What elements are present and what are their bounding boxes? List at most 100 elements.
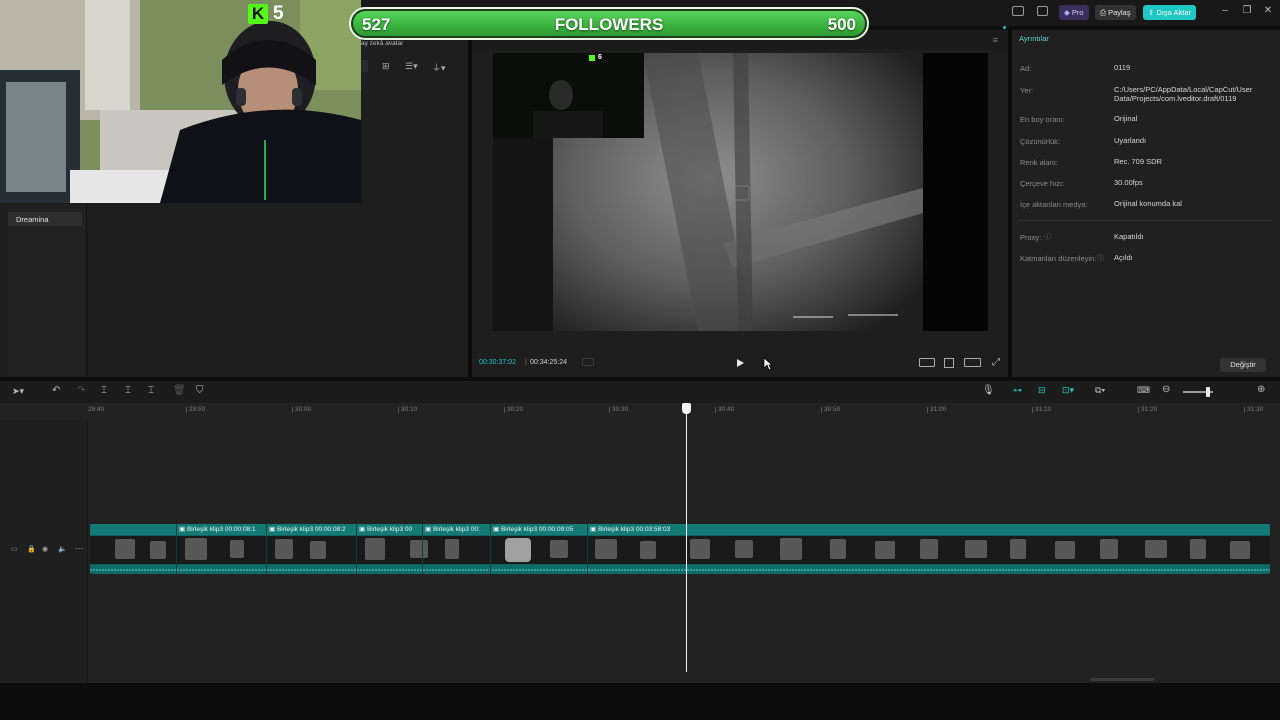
shortcuts-icon[interactable] bbox=[1037, 6, 1048, 16]
clip-duration: 00:00:08:1 bbox=[224, 526, 256, 533]
clip-name: Birleşik klip3 bbox=[366, 526, 404, 533]
track-cover-icon[interactable]: ▭ bbox=[11, 545, 18, 553]
delete-icon[interactable]: 🗑 bbox=[173, 385, 186, 396]
clip-name: Birleşik klip3 bbox=[500, 526, 538, 533]
share-icon: ⎙ bbox=[1100, 8, 1106, 17]
detail-label-frame-rate: Çerçeve hızı: bbox=[1020, 179, 1065, 188]
ruler-label: 30:10 bbox=[401, 406, 418, 413]
clip-icon: ▣ bbox=[590, 526, 597, 533]
clip-separator[interactable] bbox=[356, 524, 357, 574]
followers-goal-bar: 527 FOLLOWERS 500 bbox=[349, 7, 869, 40]
horizontal-scrollbar[interactable] bbox=[1090, 678, 1154, 681]
close-icon[interactable]: ✕ bbox=[1262, 5, 1274, 17]
media-caption: ay zekâ avatar bbox=[361, 40, 404, 47]
fullscreen-icon[interactable]: ⤢ bbox=[992, 357, 1000, 368]
detail-value-imported-media: Orijinal konumda kal bbox=[1114, 199, 1182, 208]
layout-icon[interactable] bbox=[1012, 6, 1024, 16]
detail-value-color-space: Rec. 709 SDR bbox=[1114, 157, 1162, 166]
preview-axis-icon[interactable]: ⧉▾ bbox=[1095, 385, 1105, 396]
timecode-icon[interactable] bbox=[582, 358, 594, 366]
clip-separator[interactable] bbox=[422, 524, 423, 574]
split-right-icon[interactable]: ⌶ bbox=[148, 385, 154, 396]
sidebar-item-label: Dreamina bbox=[16, 215, 49, 224]
shield-icon[interactable]: ⛉ bbox=[196, 385, 204, 396]
restore-icon[interactable]: ❐ bbox=[1241, 5, 1253, 17]
ruler-label: 29:40 bbox=[88, 406, 105, 413]
play-icon[interactable] bbox=[736, 358, 745, 368]
minimize-icon[interactable]: – bbox=[1219, 5, 1231, 17]
clip-icon: ▣ bbox=[425, 526, 432, 533]
clip-separator[interactable] bbox=[176, 524, 177, 574]
clip-duration: 00 bbox=[404, 526, 413, 533]
clip-label[interactable]: ▣ Birleşik klip3 00 bbox=[359, 525, 412, 533]
clip-separator[interactable] bbox=[587, 524, 588, 574]
detail-value-name: 0119 bbox=[1114, 63, 1131, 72]
ruler-label: 30:00 bbox=[295, 406, 312, 413]
ruler-label: 30:50 bbox=[824, 406, 841, 413]
ruler-label: 31:00 bbox=[930, 406, 947, 413]
lock-icon[interactable]: 🔒 bbox=[27, 545, 36, 553]
video-track[interactable]: ▣ Birleşik klip3 00:00:08:1 ▣ Birleşik k… bbox=[90, 524, 1270, 574]
grid-view-icon[interactable]: ⊞ bbox=[382, 61, 390, 72]
clip-name: Birleşik klip3 bbox=[432, 526, 470, 533]
menu-icon[interactable]: ≡ bbox=[993, 35, 998, 45]
crop-icon[interactable] bbox=[944, 358, 954, 368]
split-left-icon[interactable]: ⌶ bbox=[125, 385, 131, 396]
subtitle-icon[interactable]: ⌨ bbox=[1137, 385, 1150, 396]
microphone-icon[interactable]: 🎙 bbox=[982, 385, 995, 396]
clip-duration: 00: bbox=[470, 526, 480, 533]
followers-goal: 500 bbox=[827, 15, 856, 34]
ruler-tick bbox=[504, 407, 505, 413]
clip-label[interactable]: ▣ Birleşik klip3 00:00:08:1 bbox=[179, 525, 256, 533]
undo-icon[interactable]: ↶ bbox=[52, 385, 60, 396]
eye-icon[interactable]: ◉ bbox=[42, 545, 48, 553]
share-button[interactable]: ⎙ Paylaş bbox=[1095, 5, 1136, 20]
zoom-out-icon[interactable]: ⊖ bbox=[1162, 384, 1170, 395]
link-icon[interactable]: ⊶ bbox=[1013, 385, 1022, 396]
quality-icon[interactable] bbox=[964, 358, 981, 367]
clip-icon: ▣ bbox=[269, 526, 276, 533]
redo-icon[interactable]: ↷ bbox=[77, 385, 85, 396]
clip-separator[interactable] bbox=[266, 524, 267, 574]
export-button-label: Dışa Aktar bbox=[1156, 8, 1191, 17]
info-icon[interactable]: ⓘ bbox=[1097, 253, 1104, 263]
clip-label[interactable]: ▣ Birleşik klip3 00:00:08:2 bbox=[269, 525, 346, 533]
aspect-ratio-icon[interactable] bbox=[919, 358, 935, 367]
export-button[interactable]: ⇪ Dışa Aktar bbox=[1143, 5, 1196, 20]
sidebar-item-dreamina[interactable]: Dreamina bbox=[8, 212, 82, 226]
preview-video[interactable]: 6 bbox=[493, 53, 988, 331]
sort-icon[interactable]: ☰▾ bbox=[405, 61, 418, 72]
time-separator: | bbox=[525, 359, 527, 366]
info-icon[interactable]: ⓘ bbox=[1044, 232, 1051, 242]
share-button-label: Paylaş bbox=[1108, 8, 1131, 17]
playhead[interactable] bbox=[686, 410, 687, 672]
mouse-cursor-icon bbox=[763, 357, 773, 371]
ruler-tick bbox=[821, 407, 822, 413]
ruler-label: 31:20 bbox=[1141, 406, 1158, 413]
modify-button[interactable]: Değiştir bbox=[1220, 358, 1266, 372]
clip-label[interactable]: ▣ Birleşik klip3 00:03:58:03 bbox=[590, 525, 670, 533]
snap-icon[interactable]: ⊡▾ bbox=[1062, 385, 1074, 396]
mini-webcam-count: 6 bbox=[598, 54, 602, 61]
zoom-slider-handle[interactable] bbox=[1206, 387, 1210, 397]
followers-goal-fill: 527 FOLLOWERS 500 bbox=[353, 11, 865, 36]
detail-label-location: Yer: bbox=[1020, 86, 1034, 95]
detail-value-location: C:/Users/PC/AppData/Local/CapCut/User Da… bbox=[1114, 85, 1253, 103]
kick-logo-icon bbox=[589, 55, 595, 61]
streamer-webcam bbox=[0, 0, 361, 203]
more-icon[interactable]: ⋯ bbox=[75, 544, 83, 553]
magnet-icon[interactable]: ⊟ bbox=[1038, 385, 1046, 396]
media-divider[interactable] bbox=[86, 204, 87, 376]
clip-separator[interactable] bbox=[490, 524, 491, 574]
clip-label[interactable]: ▣ Birleşik klip3 00:00:09:05 bbox=[493, 525, 573, 533]
filter-icon[interactable]: ⏚▾ bbox=[432, 61, 446, 74]
ruler-tick bbox=[292, 407, 293, 413]
clip-label[interactable]: ▣ Birleşik klip3 00: bbox=[425, 525, 480, 533]
select-tool-icon[interactable]: ➤▾ bbox=[12, 386, 24, 397]
zoom-in-icon[interactable]: ⊕ bbox=[1257, 384, 1265, 395]
ruler-tick bbox=[398, 407, 399, 413]
speaker-icon[interactable]: 🔈 bbox=[58, 545, 67, 553]
clip-duration: 00:00:08:2 bbox=[314, 526, 346, 533]
pro-button[interactable]: ◆ Pro bbox=[1059, 5, 1089, 20]
split-icon[interactable]: ⌶ bbox=[101, 385, 107, 396]
